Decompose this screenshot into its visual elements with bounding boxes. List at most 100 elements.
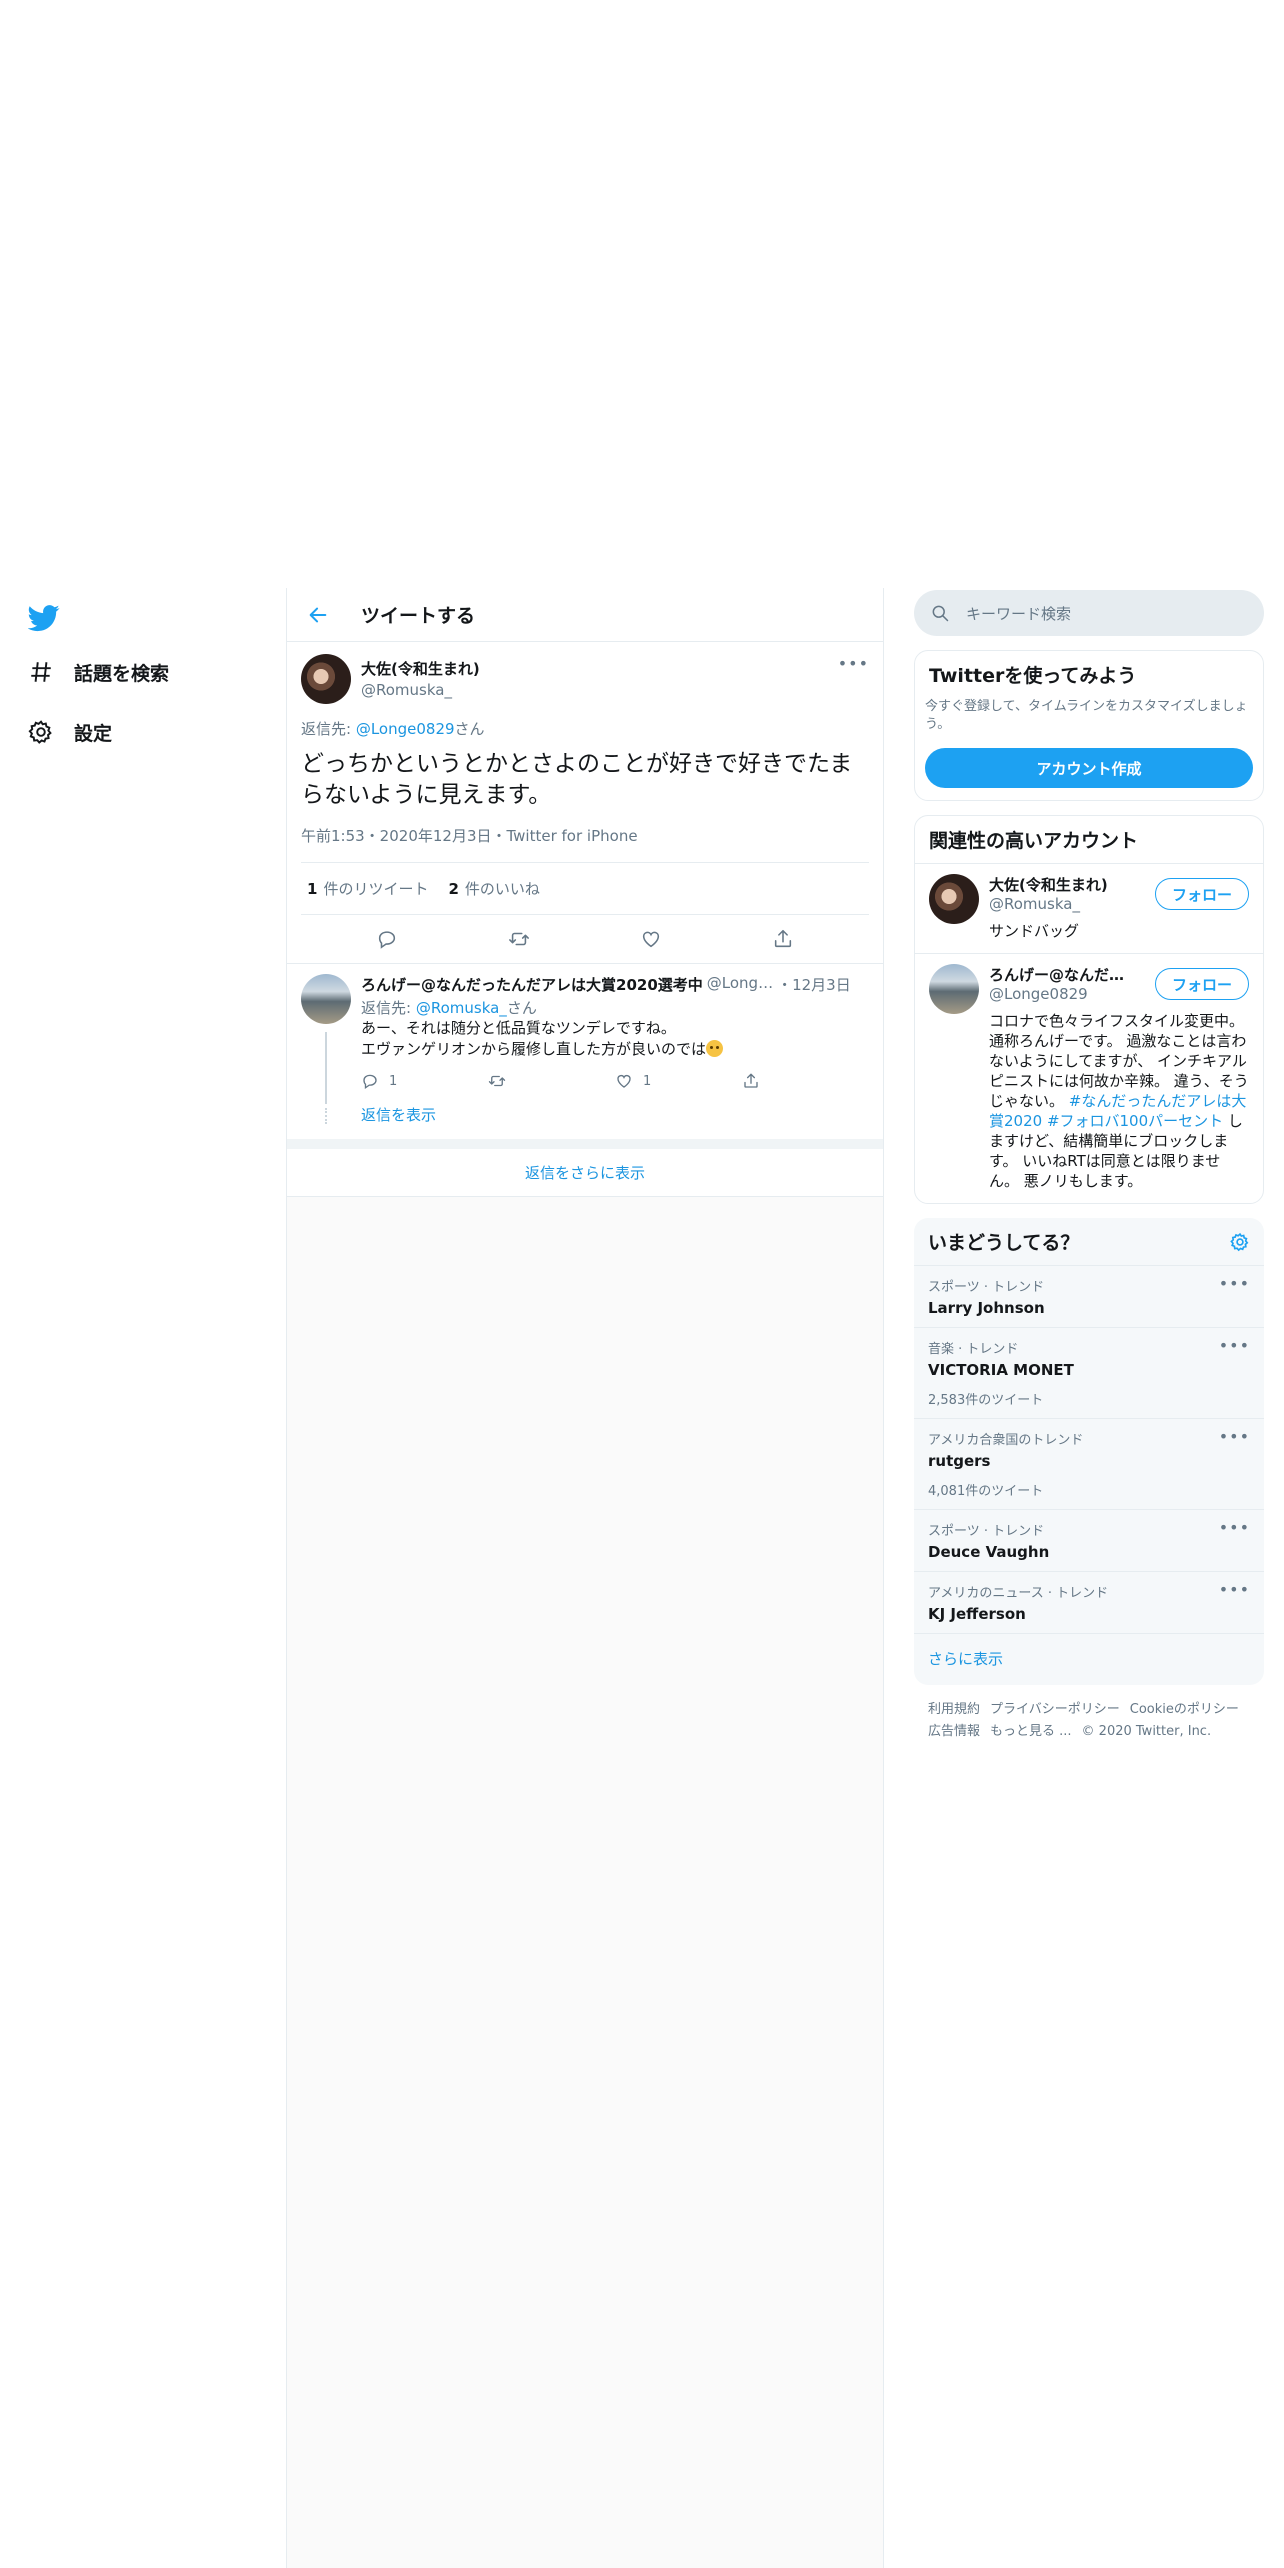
follow-button[interactable]: フォロー — [1155, 968, 1249, 1000]
related-accounts-title: 関連性の高いアカウント — [929, 830, 1139, 852]
account-item[interactable]: ろんげー@なんだったんだアレは大賞2020選考中 @Longe0829 コロナで… — [915, 953, 1263, 1203]
like-button[interactable]: 1 — [615, 1072, 742, 1090]
reply-text-line: エヴァンゲリオンから履修し直した方が良いのでは — [361, 1040, 707, 1058]
account-bio: サンドバッグ — [989, 922, 1080, 940]
like-count: 1 — [643, 1073, 652, 1089]
more-options-icon[interactable]: ••• — [1219, 1427, 1250, 1446]
divider — [287, 1139, 883, 1149]
nav-explore[interactable]: 話題を検索 — [28, 652, 169, 692]
trend-tweet-count: 4,081件のツイート — [928, 1484, 1044, 1499]
back-button[interactable] — [305, 602, 331, 628]
retweet-label: 件のリツイート — [323, 880, 429, 898]
footer-link-more[interactable]: もっと見る ... — [990, 1724, 1072, 1739]
retweet-count: 1 — [307, 880, 318, 898]
search-input[interactable]: キーワード検索 — [914, 590, 1264, 636]
avatar[interactable] — [929, 964, 979, 1014]
reply-count: 1 — [389, 1073, 398, 1089]
retweet-icon — [488, 1075, 506, 1087]
like-label: 件のいいね — [464, 880, 540, 898]
twitter-logo-icon[interactable] — [27, 602, 60, 634]
share-icon — [774, 929, 792, 948]
reply-button[interactable] — [374, 926, 400, 952]
reply-date[interactable]: ・12月3日 — [777, 974, 851, 995]
back-arrow-icon — [309, 607, 327, 622]
search-icon — [932, 605, 949, 622]
signup-description: 今すぐ登録して、タイムラインをカスタマイズしましょう。 — [925, 699, 1248, 732]
more-options-icon[interactable]: ••• — [1219, 1274, 1250, 1293]
account-bio: コロナで色々ライフスタイル変更中。通称ろんげーです。 過激なことは言わないように… — [989, 1011, 1249, 1191]
more-options-icon[interactable]: ••• — [1219, 1518, 1250, 1537]
footer-link-terms[interactable]: 利用規約 — [928, 1702, 980, 1717]
trend-name: VICTORIA MONET — [928, 1361, 1074, 1379]
trend-tweet-count: 2,583件のツイート — [928, 1393, 1044, 1408]
create-account-button[interactable]: アカウント作成 — [925, 748, 1253, 788]
author-name[interactable]: 大佐(令和生まれ) — [361, 658, 480, 679]
tweet-timestamp[interactable]: 午前1:53・2020年12月3日・Twitter for iPhone — [301, 825, 869, 863]
more-options-icon[interactable]: ••• — [838, 654, 869, 673]
signup-card-title: Twitterを使ってみよう — [929, 665, 1137, 687]
account-name[interactable]: ろんげー@なんだったんだアレは大賞2020選考中 — [989, 964, 1139, 985]
footer-link-cookies[interactable]: Cookieのポリシー — [1130, 1702, 1239, 1717]
reply-author-handle[interactable]: @Long… — [707, 974, 773, 995]
reply-tweet[interactable]: ろんげー@なんだったんだアレは大賞2020選考中 @Long… ・12月3日 返… — [287, 963, 883, 1139]
trend-category: スポーツ · トレンド — [928, 1524, 1045, 1539]
like-stat[interactable]: 2 件のいいね — [448, 878, 539, 899]
follow-button[interactable]: フォロー — [1155, 878, 1249, 910]
avatar[interactable] — [929, 874, 979, 924]
retweet-button[interactable] — [488, 1072, 615, 1090]
hashtag-icon — [31, 662, 51, 682]
gear-icon[interactable] — [1230, 1232, 1250, 1252]
reply-author-name[interactable]: ろんげー@なんだったんだアレは大賞2020選考中 — [361, 974, 703, 995]
footer-link-privacy[interactable]: プライバシーポリシー — [990, 1702, 1120, 1717]
more-options-icon[interactable]: ••• — [1219, 1580, 1250, 1599]
trend-name: Larry Johnson — [928, 1299, 1045, 1317]
account-name[interactable]: 大佐(令和生まれ) — [989, 874, 1139, 895]
main-column: ツイートする 大佐(令和生まれ) @Romuska_ ••• 返信先: @Lon… — [286, 588, 884, 2568]
reply-to-link[interactable]: @Romuska_ — [416, 999, 507, 1017]
trend-item[interactable]: アメリカのニュース · トレンド KJ Jefferson ••• — [914, 1572, 1264, 1634]
more-options-icon[interactable]: ••• — [1219, 1336, 1250, 1355]
like-button[interactable] — [638, 926, 664, 952]
avatar[interactable] — [301, 974, 351, 1024]
avatar[interactable] — [301, 654, 351, 704]
reply-to-suffix: さん — [454, 720, 485, 738]
trend-item[interactable]: 音楽 · トレンド VICTORIA MONET 2,583件のツイート ••• — [914, 1328, 1264, 1419]
reply-text-line: あー、それは随分と低品質なツンデレですね。 — [361, 1019, 676, 1037]
page-title: ツイートする — [361, 605, 476, 627]
trends-title: いまどうしてる？ — [928, 1232, 1080, 1254]
reply-to-link[interactable]: @Longe0829 — [356, 720, 455, 738]
related-accounts-card: 関連性の高いアカウント 大佐(令和生まれ) @Romuska_ サンドバッグ フ… — [914, 815, 1264, 1204]
gear-icon — [28, 720, 52, 744]
author-handle[interactable]: @Romuska_ — [361, 681, 480, 699]
trend-item[interactable]: スポーツ · トレンド Larry Johnson ••• — [914, 1266, 1264, 1328]
share-icon — [744, 1073, 758, 1088]
heart-icon — [617, 1074, 631, 1088]
reply-button[interactable]: 1 — [361, 1072, 488, 1090]
account-item[interactable]: 大佐(令和生まれ) @Romuska_ サンドバッグ フォロー — [915, 863, 1263, 953]
tweet-stats: 1 件のリツイート 2 件のいいね — [301, 863, 869, 915]
tweet-text: どっちかというとかとさよのことが好きで好きでたまらないように見えます。 — [301, 751, 853, 808]
trend-item[interactable]: アメリカ合衆国のトレンド rutgers 4,081件のツイート ••• — [914, 1419, 1264, 1510]
share-button[interactable] — [770, 926, 796, 952]
nav-settings-label: 設定 — [74, 722, 113, 745]
right-sidebar: キーワード検索 Twitterを使ってみよう 今すぐ登録して、タイムラインをカス… — [914, 590, 1264, 1743]
thread-line — [325, 1032, 327, 1104]
search-placeholder: キーワード検索 — [966, 604, 1072, 623]
share-button[interactable] — [742, 1072, 869, 1090]
reply-to-line: 返信先: @Longe0829さん — [301, 718, 869, 739]
reply-to-prefix: 返信先: — [361, 999, 416, 1017]
show-more-replies-button[interactable]: 返信をさらに表示 — [287, 1149, 883, 1197]
nav-explore-label: 話題を検索 — [74, 662, 170, 685]
retweet-icon — [509, 932, 529, 946]
footer-link-ads[interactable]: 広告情報 — [928, 1724, 980, 1739]
header-bar: ツイートする — [287, 588, 883, 642]
show-more-trends-link[interactable]: さらに表示 — [914, 1634, 1264, 1685]
retweet-stat[interactable]: 1 件のリツイート — [307, 878, 428, 899]
trend-item[interactable]: スポーツ · トレンド Deuce Vaughn ••• — [914, 1510, 1264, 1572]
nav-settings[interactable]: 設定 — [28, 712, 112, 752]
trend-category: アメリカ合衆国のトレンド — [928, 1433, 1084, 1448]
thread-dots — [325, 1108, 327, 1124]
retweet-button[interactable] — [506, 926, 532, 952]
show-replies-link[interactable]: 返信を表示 — [361, 1104, 869, 1135]
like-count: 2 — [448, 880, 459, 898]
